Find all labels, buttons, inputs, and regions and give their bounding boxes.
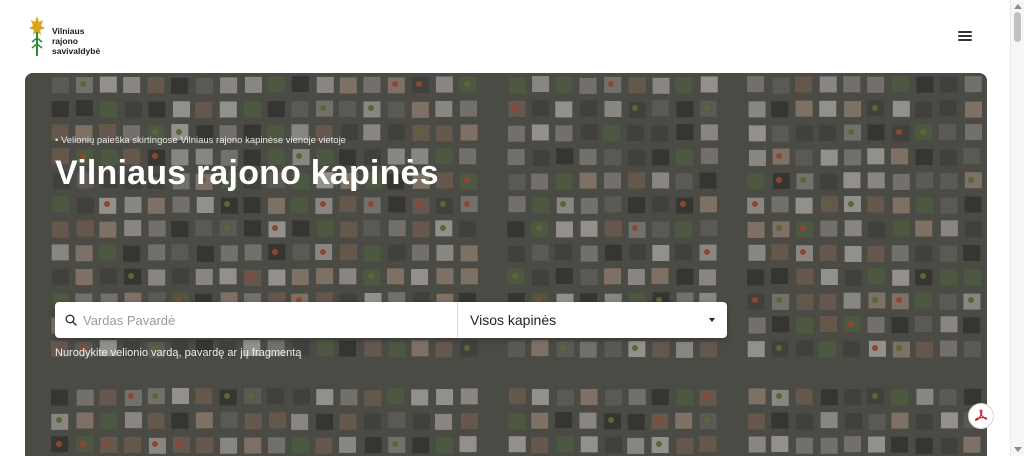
page-title: Vilniaus rajono kapinės (55, 154, 439, 192)
cemetery-select[interactable]: Visos kapinės (458, 302, 727, 338)
logo-line-3: savivaldybė (52, 46, 101, 56)
logo-line-2: rajono (52, 36, 78, 46)
hero-overlay (25, 73, 987, 456)
scroll-up-arrow-icon[interactable] (1014, 4, 1022, 9)
vertical-scrollbar[interactable] (1010, 0, 1024, 456)
cemetery-select-value: Visos kapinės (470, 312, 557, 328)
hero-banner: • Velionių paieška skirtingose Vilniaus … (25, 73, 987, 456)
search-field[interactable] (55, 302, 458, 338)
site-header: Vilniaus rajono savivaldybė (0, 0, 1010, 72)
search-bar: Visos kapinės (55, 302, 727, 338)
hero-subtitle: • Velionių paieška skirtingose Vilniaus … (55, 135, 346, 146)
logo-text: Vilniaus rajono savivaldybė (52, 14, 100, 56)
search-icon (65, 314, 77, 326)
scroll-down-arrow-icon[interactable] (1014, 447, 1022, 452)
coat-of-arms-icon (29, 16, 45, 56)
page: Vilniaus rajono savivaldybė • Velionių p… (0, 0, 1024, 456)
hamburger-menu-icon[interactable] (956, 29, 974, 45)
pdf-icon[interactable] (968, 403, 994, 429)
logo-line-1: Vilniaus (52, 26, 85, 36)
search-hint: Nurodykite velionio vardą, pavardę ar jų… (55, 347, 302, 359)
logo[interactable]: Vilniaus rajono savivaldybė (28, 14, 100, 58)
pdf-acrobat-icon (974, 409, 988, 421)
search-input[interactable] (83, 312, 443, 328)
scrollbar-thumb[interactable] (1014, 12, 1021, 42)
chevron-down-icon (709, 318, 715, 322)
